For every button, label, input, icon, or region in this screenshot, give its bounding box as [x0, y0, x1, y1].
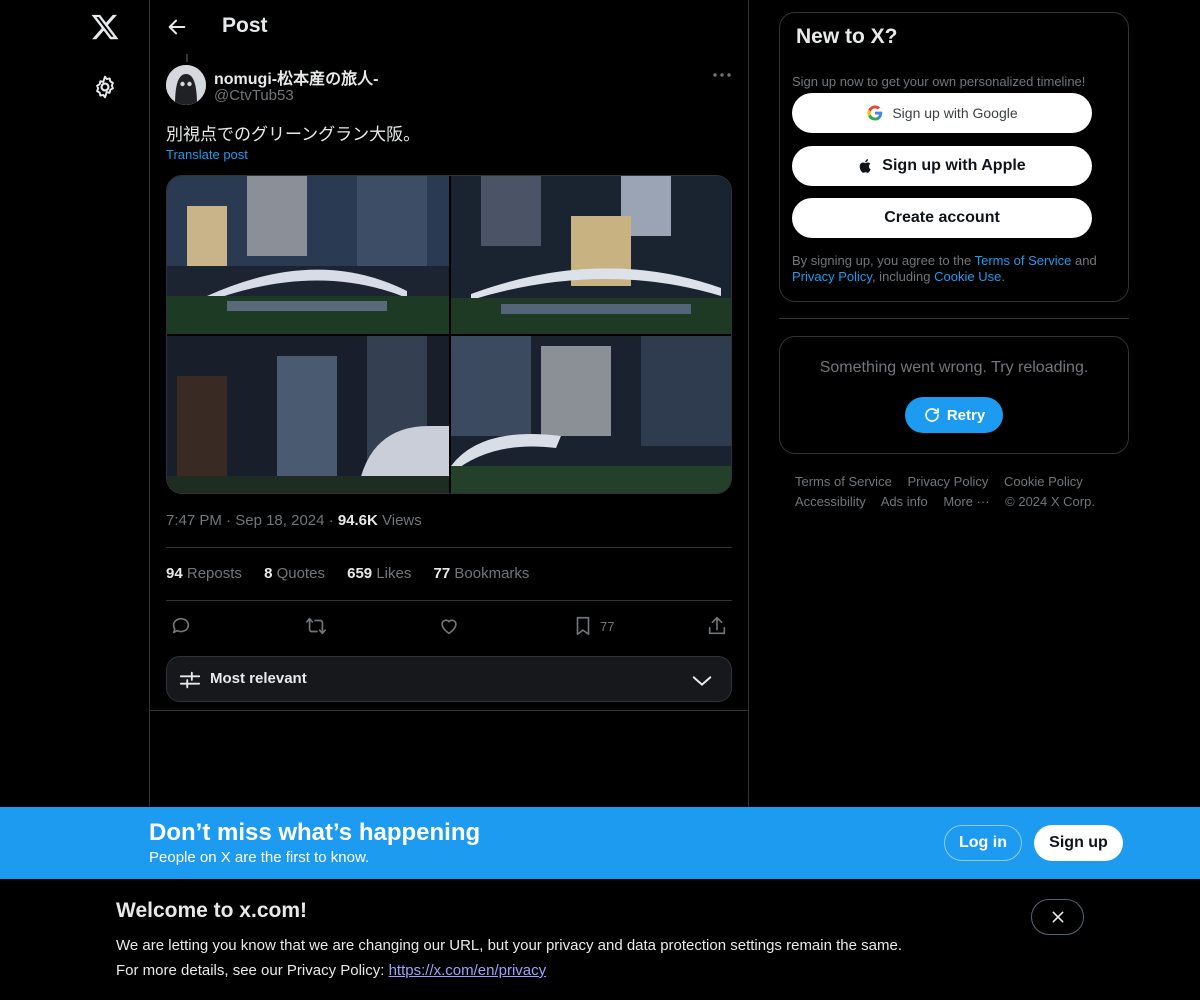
like-button[interactable] — [438, 614, 460, 638]
signup-card: New to X? Sign up now to get your own pe… — [779, 12, 1129, 302]
post-time[interactable]: 7:47 PM — [166, 512, 222, 529]
likes-stat[interactable]: 659 Likes — [347, 565, 411, 582]
legal-including: , including — [871, 269, 935, 284]
welcome-message: We are letting you know that we are chan… — [116, 937, 902, 954]
meta-dot: · — [328, 512, 338, 529]
views-count: 94.6K — [337, 512, 378, 529]
footer-copyright: © 2024 X Corp. — [1005, 494, 1095, 509]
error-message: Something went wrong. Try reloading. — [819, 359, 1089, 376]
more-options-icon[interactable] — [710, 66, 734, 84]
post-metadata: 7:47 PM · Sep 18, 2024 · 94.6K Views — [166, 512, 422, 529]
bookmark-icon — [576, 616, 590, 636]
footer-terms-link[interactable]: Terms of Service — [795, 474, 892, 489]
google-icon — [867, 105, 883, 121]
post-image-2[interactable] — [451, 176, 731, 334]
retry-label: Retry — [946, 406, 986, 424]
divider — [166, 547, 732, 548]
banner-subtitle: People on X are the first to know. — [149, 849, 370, 866]
legal-period: . — [1001, 269, 1005, 284]
signup-google-button[interactable]: Sign up with Google — [792, 93, 1092, 133]
divider — [166, 600, 732, 601]
welcome-notice: Welcome to x.com! We are letting you kno… — [0, 879, 1200, 1000]
post-image-1[interactable] — [167, 176, 449, 334]
footer-more-link[interactable]: More ··· — [943, 494, 989, 509]
divider — [779, 318, 1129, 319]
post-date[interactable]: Sep 18, 2024 — [235, 512, 324, 529]
login-banner: Don’t miss what’s happening People on X … — [0, 807, 1200, 879]
reply-icon — [172, 617, 190, 634]
heart-icon — [441, 619, 457, 635]
divider — [150, 710, 748, 711]
post-text: 別視点でのグリーングラン大阪。 — [166, 125, 421, 144]
avatar[interactable] — [166, 65, 206, 105]
privacy-url-link[interactable]: https://x.com/en/privacy — [389, 962, 547, 979]
legal-and: and — [1071, 253, 1097, 268]
top-bar: Post — [150, 0, 748, 54]
welcome-title: Welcome to x.com! — [116, 899, 307, 922]
author-name[interactable]: nomugi-松本産の旅人- — [214, 65, 378, 89]
chevron-down-icon — [692, 676, 712, 686]
create-account-label: Create account — [884, 209, 1000, 226]
post-image-4[interactable] — [451, 336, 731, 493]
create-account-button[interactable]: Create account — [792, 198, 1092, 238]
meta-dot: · — [226, 512, 236, 529]
footer-privacy-link[interactable]: Privacy Policy — [907, 474, 988, 489]
signup-legal-text: By signing up, you agree to the Terms of… — [792, 253, 1122, 285]
apple-icon — [859, 159, 871, 173]
close-icon — [1052, 911, 1063, 923]
terms-link[interactable]: Terms of Service — [975, 253, 1072, 268]
thread-line — [186, 54, 188, 62]
signup-title: New to X? — [796, 25, 898, 48]
repost-icon — [306, 617, 326, 635]
bookmark-button[interactable]: 77 — [572, 614, 614, 638]
author-handle[interactable]: @CtvTub53 — [214, 87, 294, 104]
x-logo-icon[interactable] — [90, 12, 120, 42]
sort-label: Most relevant — [210, 670, 307, 687]
close-button[interactable] — [1031, 899, 1084, 935]
footer-links: Terms of Service Privacy Policy Cookie P… — [795, 472, 1125, 512]
login-button[interactable]: Log in — [944, 825, 1022, 861]
banner-title: Don’t miss what’s happening — [149, 819, 481, 846]
bookmark-count: 77 — [600, 618, 615, 634]
signup-apple-button[interactable]: Sign up with Apple — [792, 146, 1092, 186]
footer-cookie-link[interactable]: Cookie Policy — [1004, 474, 1083, 489]
bookmarks-stat[interactable]: 77 Bookmarks — [434, 565, 530, 582]
avatar-ghost-icon — [166, 65, 206, 105]
gear-icon[interactable] — [92, 74, 118, 100]
quotes-stat[interactable]: 8 Quotes — [264, 565, 325, 582]
translate-post-link[interactable]: Translate post — [166, 147, 248, 162]
error-card: Something went wrong. Try reloading. Ret… — [779, 336, 1129, 454]
signup-subtitle: Sign up now to get your own personalized… — [792, 74, 1086, 89]
post-actions: 77 — [166, 612, 732, 640]
share-button[interactable] — [706, 614, 728, 638]
back-arrow-icon[interactable] — [166, 16, 188, 38]
replies-sort-dropdown[interactable]: Most relevant — [166, 656, 732, 702]
footer-accessibility-link[interactable]: Accessibility — [795, 494, 866, 509]
page-title: Post — [222, 14, 268, 37]
privacy-link[interactable]: Privacy Policy — [792, 269, 872, 284]
repost-button[interactable] — [304, 614, 328, 638]
welcome-privacy-pre: For more details, see our Privacy Policy… — [116, 962, 389, 979]
sliders-icon — [179, 671, 201, 689]
share-icon — [708, 616, 726, 635]
signup-button[interactable]: Sign up — [1034, 825, 1123, 861]
reply-button[interactable] — [170, 614, 192, 638]
reposts-stat[interactable]: 94 Reposts — [166, 565, 242, 582]
legal-pre: By signing up, you agree to the — [792, 253, 975, 268]
cookie-use-link[interactable]: Cookie Use — [934, 269, 1001, 284]
post-stats: 94 Reposts 8 Quotes 659 Likes 77 Bookmar… — [166, 565, 547, 582]
post-image-3[interactable] — [167, 336, 449, 493]
footer-ads-link[interactable]: Ads info — [881, 494, 928, 509]
retry-button[interactable]: Retry — [905, 397, 1003, 433]
signup-google-label: Sign up with Google — [892, 105, 1018, 121]
refresh-icon — [925, 408, 939, 422]
media-grid — [166, 175, 732, 494]
signup-apple-label: Sign up with Apple — [882, 157, 1026, 174]
welcome-privacy-line: For more details, see our Privacy Policy… — [116, 962, 546, 979]
views-label: Views — [382, 512, 422, 529]
